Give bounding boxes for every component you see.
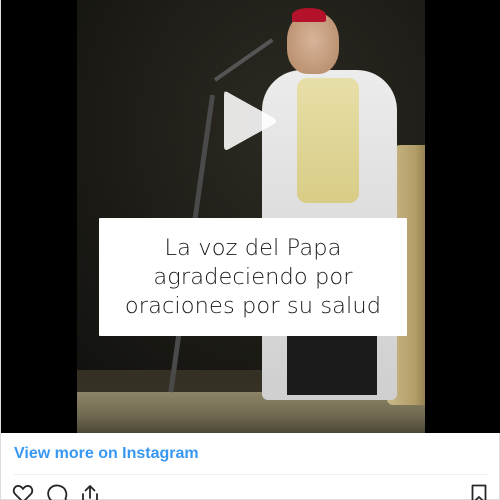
bookmark-icon[interactable]: [468, 483, 490, 500]
caption-line: oraciones por su salud: [124, 292, 382, 319]
footer-divider: [14, 474, 488, 475]
speaker-cap: [292, 8, 326, 22]
video-frame: [77, 0, 425, 433]
video-player[interactable]: La voz del Papa agradeciendo por oracion…: [1, 0, 500, 433]
action-bar: [1, 480, 500, 500]
caption-line: La voz del Papa: [164, 234, 342, 261]
play-button[interactable]: [220, 88, 278, 154]
speaker-stole: [297, 78, 359, 203]
share-icon[interactable]: [79, 483, 101, 500]
caption-line: agradeciendo por: [153, 263, 353, 290]
comment-icon[interactable]: [46, 483, 68, 500]
instagram-embed: La voz del Papa agradeciendo por oracion…: [0, 0, 500, 500]
view-more-link[interactable]: View more on Instagram: [14, 445, 199, 463]
heart-icon[interactable]: [12, 483, 34, 500]
caption-card: La voz del Papa agradeciendo por oracion…: [99, 218, 407, 336]
play-icon: [224, 91, 276, 150]
